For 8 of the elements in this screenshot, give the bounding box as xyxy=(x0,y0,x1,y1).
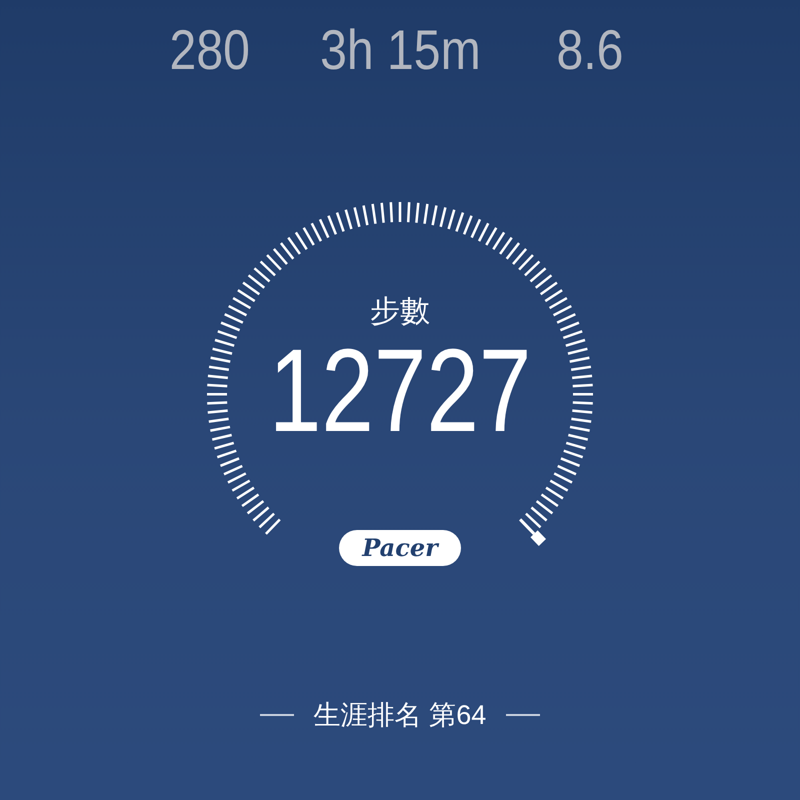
stat-value: 8.6 xyxy=(556,20,624,80)
stat-value: 280 xyxy=(170,20,250,80)
gauge-label: 步數 xyxy=(370,294,430,330)
gauge-marker xyxy=(519,518,546,546)
step-count: 12727 xyxy=(268,336,532,446)
logo: Pacer xyxy=(339,530,461,566)
rank-text: 生涯排名 第64 xyxy=(314,699,486,732)
stat-value: 3h 15m xyxy=(320,20,480,80)
